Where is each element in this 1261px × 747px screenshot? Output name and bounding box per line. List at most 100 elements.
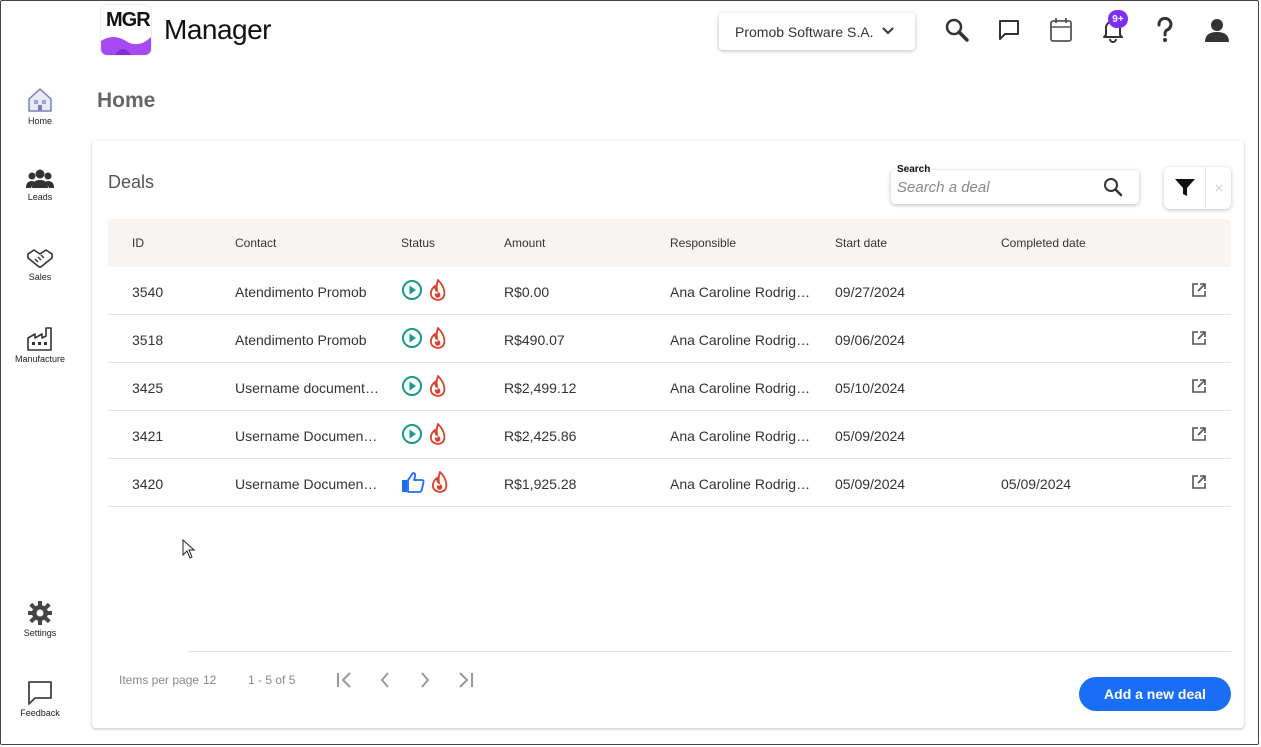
flame-icon xyxy=(429,327,446,349)
deal-search-input[interactable] xyxy=(897,176,1097,198)
cell-status xyxy=(401,423,447,445)
flame-icon xyxy=(429,279,446,301)
close-icon xyxy=(1215,184,1222,192)
cell-status xyxy=(401,375,447,397)
sidebar-item-label: Settings xyxy=(23,628,57,638)
open-external-icon[interactable] xyxy=(1191,426,1207,442)
cell-id: 3421 xyxy=(132,428,164,444)
table-row[interactable]: 3421 Username Documentation R$2,425.86 A… xyxy=(108,411,1231,459)
sidebar-item-home[interactable]: Home xyxy=(0,86,80,126)
company-select[interactable]: Promob Software S.A. xyxy=(719,13,915,50)
people-icon xyxy=(26,169,54,188)
logo-wave-icon xyxy=(101,37,151,55)
column-header-id[interactable]: ID xyxy=(132,236,144,250)
cell-amount: R$1,925.28 xyxy=(504,476,577,492)
app-title: Manager xyxy=(164,14,272,45)
column-header-status[interactable]: Status xyxy=(401,236,435,250)
open-external-icon[interactable] xyxy=(1191,378,1207,394)
cell-start-date: 09/06/2024 xyxy=(835,332,906,348)
cell-id: 3540 xyxy=(132,284,164,300)
search-icon[interactable] xyxy=(943,16,971,44)
pagination-range: 1 - 5 of 5 xyxy=(248,673,296,687)
sidebar-item-manufacture[interactable]: Manufacture xyxy=(0,326,80,364)
column-header-completed-date[interactable]: Completed date xyxy=(1001,236,1086,250)
cell-responsible: Ana Caroline Rodrigues xyxy=(670,428,812,444)
cell-contact: Username Documentation xyxy=(235,428,380,444)
footer-divider xyxy=(188,651,1231,652)
help-icon[interactable] xyxy=(1151,16,1179,44)
mouse-cursor-icon xyxy=(182,539,196,559)
play-circle-icon xyxy=(402,424,422,444)
cell-amount: R$2,425.86 xyxy=(504,428,577,444)
items-per-page-select[interactable]: 12 xyxy=(203,673,216,687)
open-external-icon[interactable] xyxy=(1191,474,1207,490)
column-header-contact[interactable]: Contact xyxy=(235,236,276,250)
play-circle-icon xyxy=(402,328,422,348)
home-icon xyxy=(28,88,52,112)
table-row[interactable]: 3518 Atendimento Promob R$490.07 Ana Car… xyxy=(108,315,1231,363)
sidebar-item-label: Leads xyxy=(27,192,53,202)
deals-card: Deals Search ID Contact Status Amount Re… xyxy=(92,141,1244,728)
cell-start-date: 09/27/2024 xyxy=(835,284,906,300)
sidebar-item-leads[interactable]: Leads xyxy=(0,168,80,202)
filter-group xyxy=(1164,167,1231,209)
cell-responsible: Ana Caroline Rodrigues xyxy=(670,476,812,492)
cell-responsible: Ana Caroline Rodrigues xyxy=(670,284,812,300)
filter-button[interactable] xyxy=(1164,167,1206,209)
cell-id: 3420 xyxy=(132,476,164,492)
last-page-button[interactable] xyxy=(454,669,476,691)
page-title: Home xyxy=(97,89,156,112)
search-icon[interactable] xyxy=(1103,177,1123,197)
previous-page-button[interactable] xyxy=(374,669,396,691)
table-row[interactable]: 3540 Atendimento Promob R$0.00 Ana Carol… xyxy=(108,267,1231,315)
search-box xyxy=(891,170,1139,204)
first-page-button[interactable] xyxy=(334,669,356,691)
cell-start-date: 05/10/2024 xyxy=(835,380,906,396)
cell-contact: Atendimento Promob xyxy=(235,284,367,300)
column-header-start-date[interactable]: Start date xyxy=(835,236,887,250)
sidebar-item-label: Home xyxy=(27,116,52,126)
sidebar-item-feedback[interactable]: Feedback xyxy=(0,680,80,718)
play-circle-icon xyxy=(402,280,422,300)
cell-responsible: Ana Caroline Rodrigues xyxy=(670,380,812,396)
column-header-responsible[interactable]: Responsible xyxy=(670,236,736,250)
cell-id: 3425 xyxy=(132,380,164,396)
logo-text: MGR xyxy=(106,9,151,31)
open-external-icon[interactable] xyxy=(1191,282,1207,298)
play-circle-icon xyxy=(402,376,422,396)
next-page-button[interactable] xyxy=(414,669,436,691)
cell-start-date: 05/09/2024 xyxy=(835,476,906,492)
table-row[interactable]: 3425 Username documentation R$2,499.12 A… xyxy=(108,363,1231,411)
items-per-page-label: Items per page xyxy=(119,673,200,687)
gear-icon xyxy=(28,601,52,625)
clear-filter-button[interactable] xyxy=(1206,167,1231,209)
calendar-icon[interactable] xyxy=(1047,16,1075,44)
user-avatar-icon[interactable] xyxy=(1203,16,1231,44)
table-header: ID Contact Status Amount Responsible Sta… xyxy=(108,219,1231,267)
sidebar-item-label: Sales xyxy=(28,272,52,282)
open-external-icon[interactable] xyxy=(1191,330,1207,346)
add-deal-button[interactable]: Add a new deal xyxy=(1079,677,1231,711)
column-header-amount[interactable]: Amount xyxy=(504,236,545,250)
chat-bubble-icon xyxy=(28,681,52,705)
cell-status xyxy=(401,279,447,301)
cell-contact: Username documentation xyxy=(235,380,380,396)
app-logo[interactable]: MGR xyxy=(101,5,151,55)
thumbs-up-icon xyxy=(402,472,425,493)
cell-amount: R$0.00 xyxy=(504,284,550,300)
sidebar-item-settings[interactable]: Settings xyxy=(0,600,80,638)
sidebar-item-sales[interactable]: Sales xyxy=(0,246,80,282)
cell-responsible: Ana Caroline Rodrigues xyxy=(670,332,812,348)
cell-amount: R$2,499.12 xyxy=(504,380,577,396)
search-label: Search xyxy=(897,164,931,175)
cell-contact: Username Documentation xyxy=(235,476,380,492)
cell-start-date: 05/09/2024 xyxy=(835,428,906,444)
cell-amount: R$490.07 xyxy=(504,332,565,348)
sidebar-item-label: Manufacture xyxy=(14,354,66,364)
company-select-value: Promob Software S.A. xyxy=(735,23,874,40)
cell-contact: Atendimento Promob xyxy=(235,332,367,348)
table-row[interactable]: 3420 Username Documentation R$1,925.28 A… xyxy=(108,459,1231,507)
chat-icon[interactable] xyxy=(995,16,1023,44)
notification-badge: 9+ xyxy=(1108,10,1128,28)
cell-status xyxy=(401,471,449,493)
